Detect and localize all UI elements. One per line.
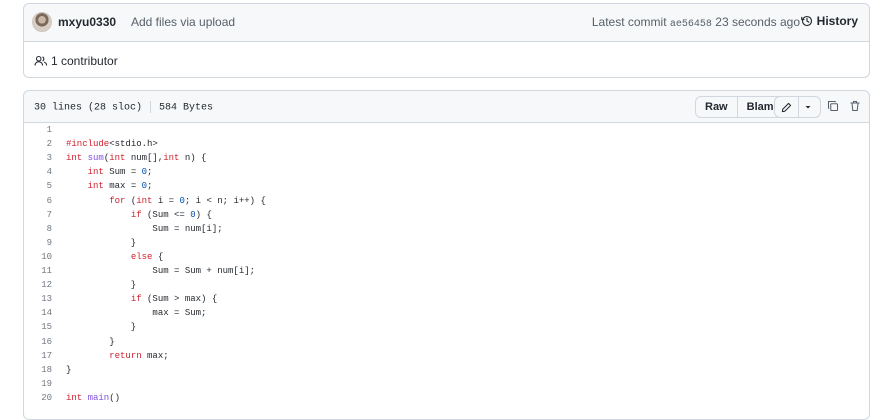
line-number[interactable]: 7 bbox=[24, 208, 52, 222]
code-line: 6 for (int i = 0; i < n; i++) { bbox=[24, 194, 869, 208]
commit-message-link[interactable]: Add files via upload bbox=[131, 15, 235, 29]
code-line: 9 } bbox=[24, 236, 869, 250]
raw-button[interactable]: Raw bbox=[696, 97, 737, 117]
line-number[interactable]: 16 bbox=[24, 335, 52, 349]
code-line: 4 int Sum = 0; bbox=[24, 165, 869, 179]
latest-commit-label: Latest commit bbox=[591, 15, 667, 29]
commit-box: mxyu0330 Add files via upload Latest com… bbox=[23, 3, 870, 78]
line-number[interactable]: 20 bbox=[24, 391, 52, 405]
line-number[interactable]: 18 bbox=[24, 363, 52, 377]
code-line: 19 bbox=[24, 377, 869, 391]
line-code: } bbox=[66, 322, 137, 333]
code-line: 18} bbox=[24, 363, 869, 377]
line-code: } bbox=[66, 237, 137, 248]
code-line: 20 int main() bbox=[24, 391, 869, 405]
copy-button[interactable] bbox=[824, 97, 842, 115]
code-line: 14 max = Sum; bbox=[24, 306, 869, 320]
code-line: 15 } bbox=[24, 320, 869, 334]
avatar[interactable] bbox=[32, 12, 52, 32]
line-number[interactable]: 6 bbox=[24, 194, 52, 208]
line-code: Sum = num[i]; bbox=[66, 223, 223, 234]
line-number[interactable]: 15 bbox=[24, 320, 52, 334]
line-number[interactable]: 5 bbox=[24, 179, 52, 193]
line-number[interactable]: 19 bbox=[24, 377, 52, 391]
code-line: 16 } bbox=[24, 335, 869, 349]
delete-button[interactable] bbox=[846, 97, 864, 115]
line-number[interactable]: 8 bbox=[24, 222, 52, 236]
history-label: History bbox=[816, 14, 858, 28]
pencil-icon bbox=[781, 102, 792, 112]
code-line: 3 int sum(int num[],int n) { bbox=[24, 151, 869, 165]
line-number[interactable]: 10 bbox=[24, 250, 52, 264]
copy-icon bbox=[827, 100, 839, 112]
code-line: 7 if (Sum <= 0) { bbox=[24, 208, 869, 222]
line-number[interactable]: 9 bbox=[24, 236, 52, 250]
chevron-down-icon bbox=[805, 106, 811, 109]
edit-group bbox=[774, 96, 821, 118]
trash-icon bbox=[850, 100, 860, 112]
line-number[interactable]: 2 bbox=[24, 137, 52, 151]
file-header: 30 lines (28 sloc) 584 Bytes Raw Blame bbox=[24, 91, 869, 123]
line-code: if (Sum > max) { bbox=[130, 294, 218, 305]
line-code: } bbox=[66, 280, 137, 291]
line-code: } bbox=[66, 336, 115, 347]
code-line: 11 Sum = Sum + num[i]; bbox=[24, 264, 869, 278]
contributors-label: 1 contributor bbox=[51, 54, 118, 68]
line-code: int Sum = 0; bbox=[87, 167, 153, 178]
commit-sha-link[interactable]: ae56458 bbox=[670, 19, 712, 30]
code-line: 13 if (Sum > max) { bbox=[24, 292, 869, 306]
line-number[interactable]: 13 bbox=[24, 292, 52, 306]
line-code: int max = 0; bbox=[87, 181, 153, 192]
file-box: 30 lines (28 sloc) 584 Bytes Raw Blame 1… bbox=[23, 90, 870, 420]
code-line: 1 bbox=[24, 123, 869, 137]
line-number[interactable]: 12 bbox=[24, 278, 52, 292]
file-lines-info: 30 lines (28 sloc) bbox=[34, 102, 143, 114]
code-line: 8 Sum = num[i]; bbox=[24, 222, 869, 236]
code-line: 2 #include<stdio.h> bbox=[24, 137, 869, 151]
code-line: 17 return max; bbox=[24, 349, 869, 363]
line-code: #include<stdio.h> bbox=[66, 139, 158, 150]
history-icon bbox=[800, 15, 812, 27]
line-number[interactable]: 14 bbox=[24, 306, 52, 320]
line-code: for (int i = 0; i < n; i++) { bbox=[109, 195, 266, 206]
line-number[interactable]: 4 bbox=[24, 165, 52, 179]
contributors-link[interactable]: 1 contributor bbox=[34, 54, 118, 68]
line-code: int sum(int num[],int n) { bbox=[66, 153, 207, 164]
latest-commit-info: Latest commit ae56458 23 seconds ago bbox=[592, 15, 800, 30]
line-code: else { bbox=[130, 251, 164, 262]
people-icon bbox=[34, 55, 48, 66]
file-info-divider bbox=[150, 101, 152, 113]
edit-dropdown-button[interactable] bbox=[798, 97, 817, 117]
line-code: Sum = Sum + num[i]; bbox=[66, 266, 256, 276]
line-code: if (Sum <= 0) { bbox=[130, 209, 212, 220]
line-number[interactable]: 17 bbox=[24, 349, 52, 363]
commit-author-link[interactable]: mxyu0330 bbox=[58, 15, 116, 29]
line-code: int main() bbox=[66, 392, 121, 403]
commit-time: 23 seconds ago bbox=[715, 15, 800, 29]
line-number[interactable]: 3 bbox=[24, 151, 52, 165]
edit-button[interactable] bbox=[775, 97, 798, 117]
code-line: 5 int max = 0; bbox=[24, 179, 869, 193]
line-code: } bbox=[66, 364, 72, 375]
line-number[interactable]: 1 bbox=[24, 123, 52, 137]
history-link[interactable]: History bbox=[800, 14, 858, 28]
line-number[interactable]: 11 bbox=[24, 264, 52, 278]
code-line: 12 } bbox=[24, 278, 869, 292]
line-code: return max; bbox=[109, 350, 169, 361]
latest-commit-bar: mxyu0330 Add files via upload Latest com… bbox=[24, 4, 869, 42]
file-info: 30 lines (28 sloc) 584 Bytes bbox=[34, 101, 213, 114]
code-line: 10 else { bbox=[24, 250, 869, 264]
file-size: 584 Bytes bbox=[159, 102, 214, 114]
line-code: max = Sum; bbox=[66, 308, 207, 319]
